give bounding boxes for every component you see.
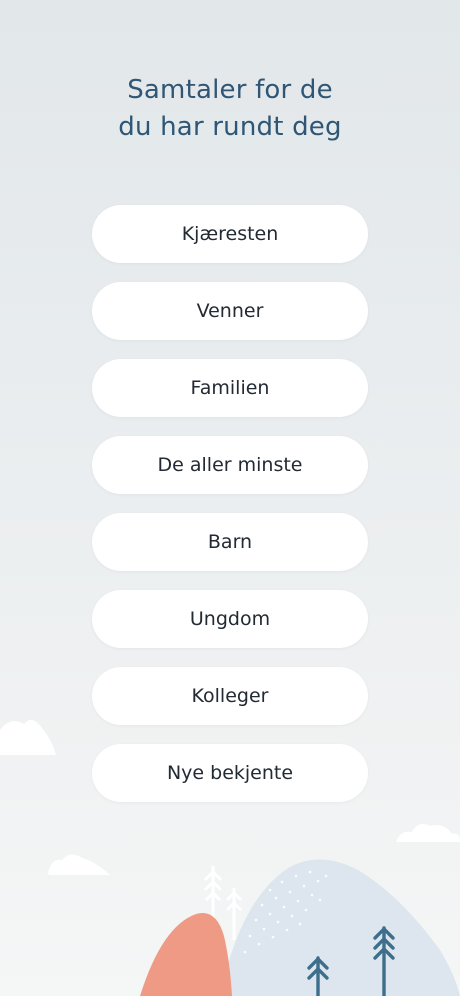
option-label: Venner — [196, 300, 264, 322]
page-title-line-1: Samtaler for de — [127, 75, 333, 105]
option-de-aller-minste-button[interactable]: De aller minste — [92, 436, 368, 494]
option-label: Barn — [207, 531, 253, 553]
hill-icon — [220, 859, 460, 996]
cloud-icon — [396, 824, 460, 842]
option-ungdom-button[interactable]: Ungdom — [92, 590, 368, 648]
option-label: Kjæresten — [181, 223, 279, 245]
option-kjaeresten-button[interactable]: Kjæresten — [92, 205, 368, 263]
option-barn-button[interactable]: Barn — [92, 513, 368, 571]
cloud-icon — [0, 719, 56, 755]
page-title-line-2: du har rundt deg — [118, 112, 342, 142]
page-title: Samtaler for de du har rundt deg — [0, 72, 460, 146]
option-label: Ungdom — [189, 608, 271, 630]
option-label: Familien — [190, 377, 270, 399]
option-venner-button[interactable]: Venner — [92, 282, 368, 340]
hill-icon — [140, 912, 232, 996]
option-label: De aller minste — [157, 454, 303, 476]
landscape-illustration — [0, 719, 460, 996]
option-familien-button[interactable]: Familien — [92, 359, 368, 417]
cloud-icon — [48, 854, 110, 875]
